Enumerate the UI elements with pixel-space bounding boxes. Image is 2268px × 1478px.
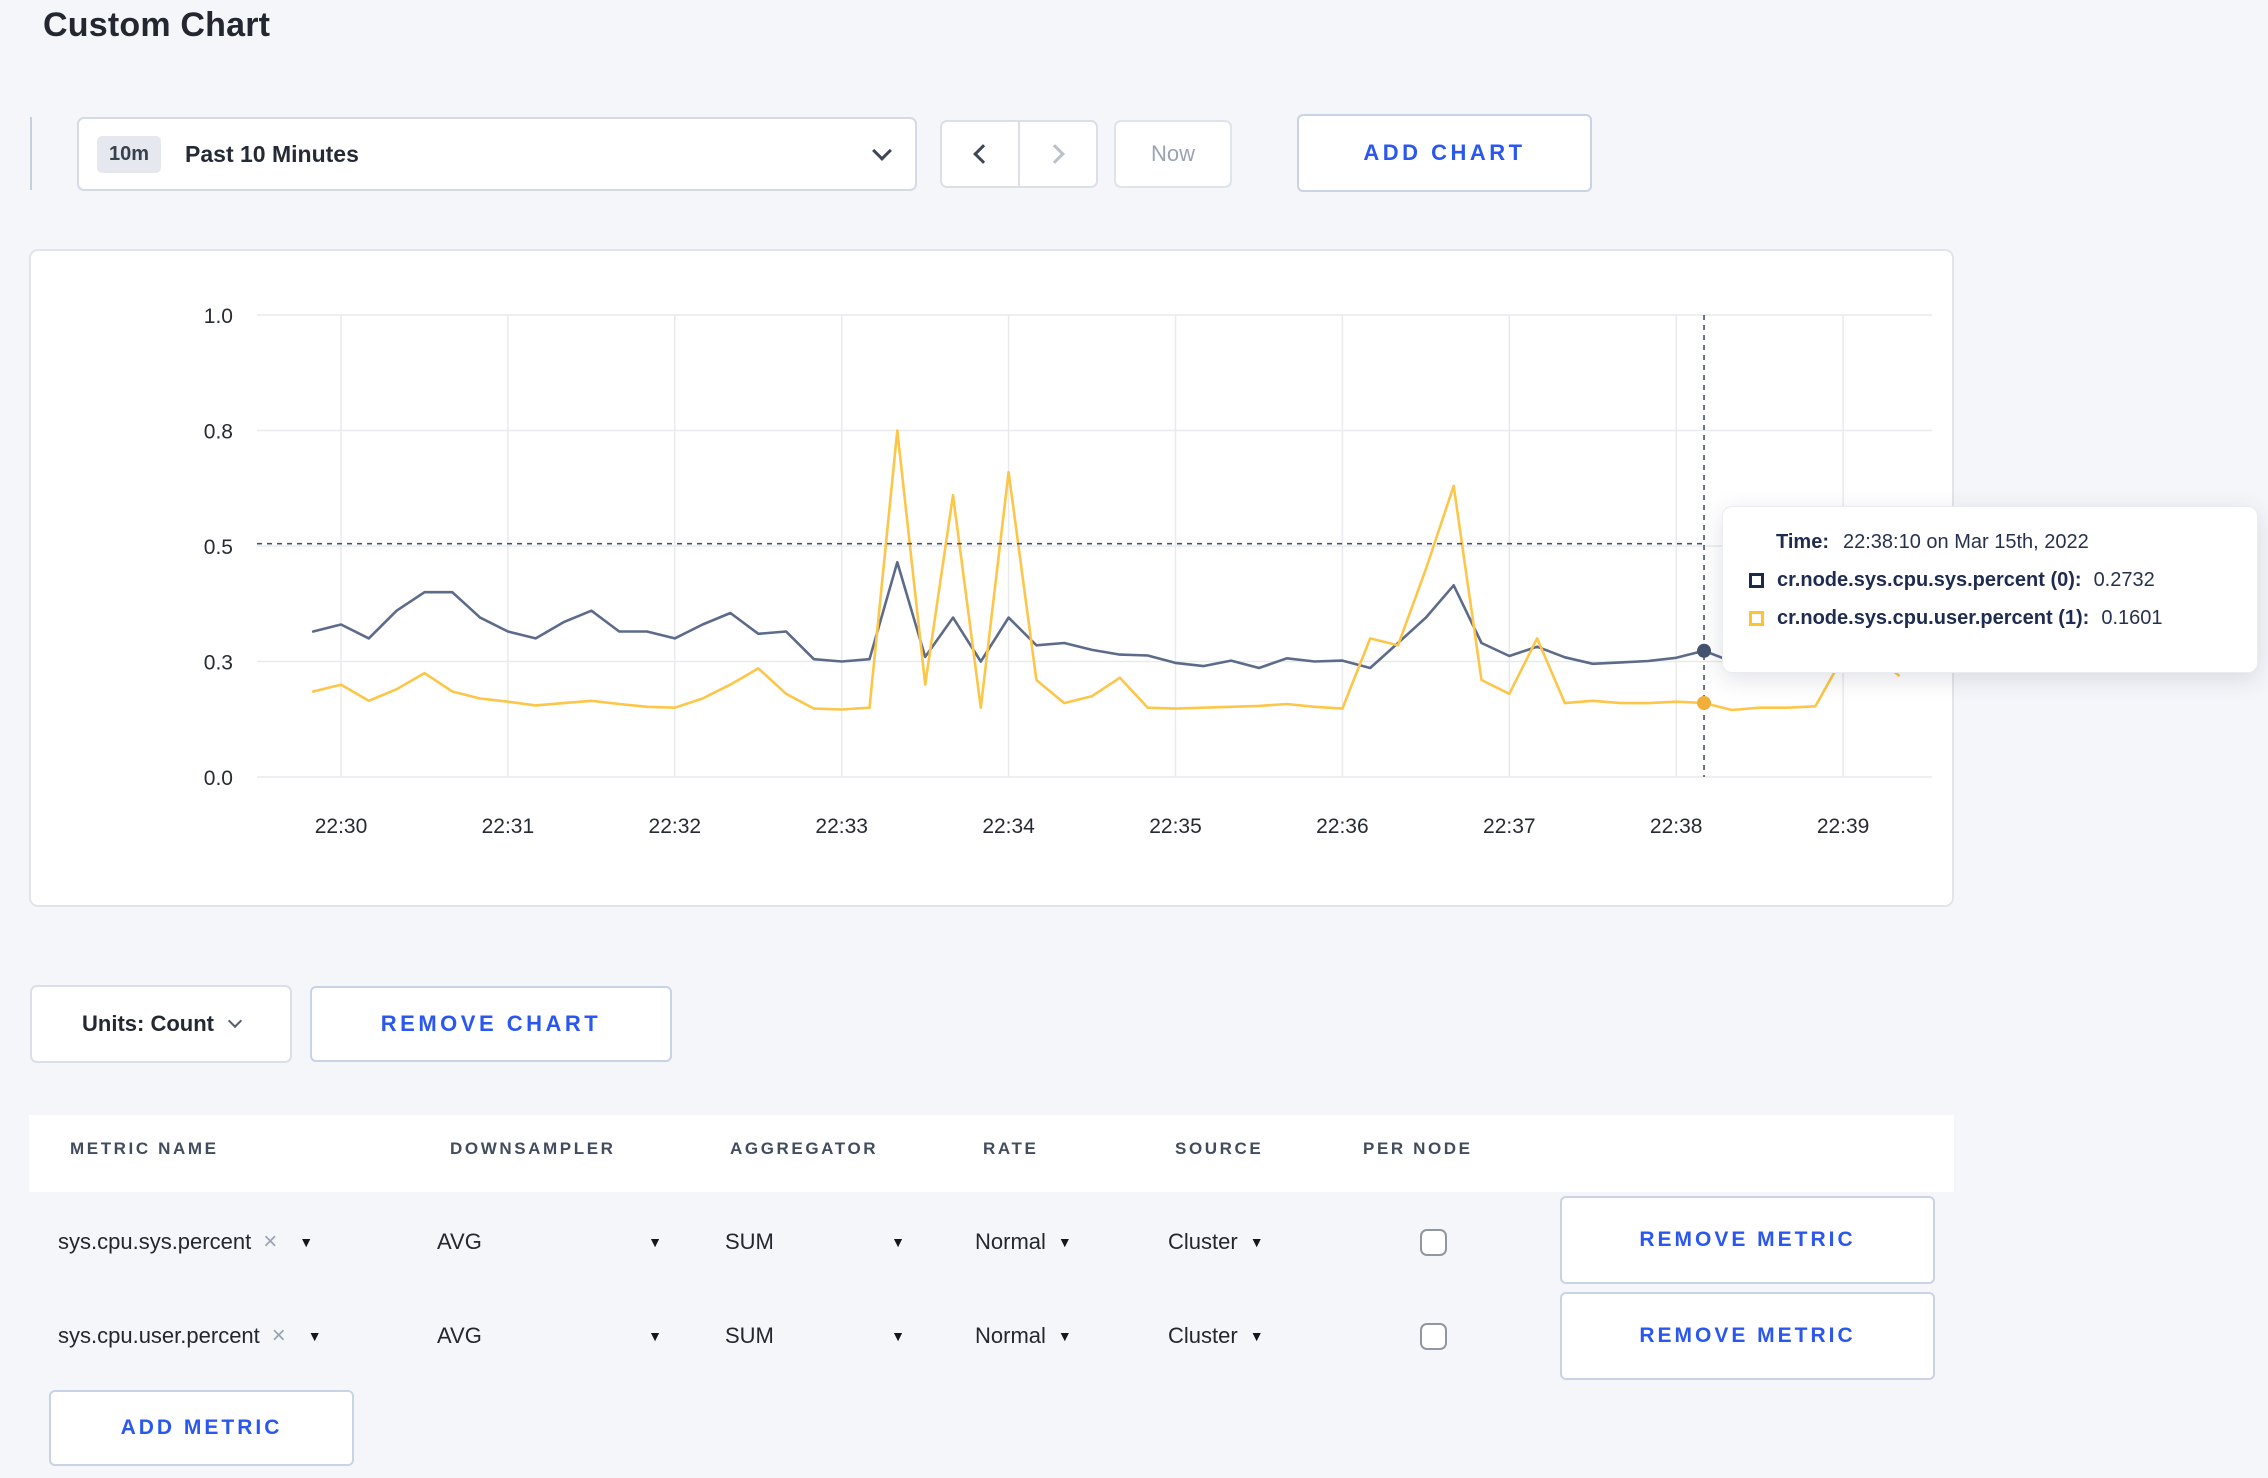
now-button[interactable]: Now	[1114, 120, 1232, 188]
svg-text:0.5: 0.5	[204, 536, 233, 559]
aggregator-select[interactable]: SUM ▼	[725, 1196, 905, 1288]
downsampler-value: AVG	[437, 1323, 482, 1348]
clear-metric-icon[interactable]: ×	[272, 1322, 286, 1350]
units-select[interactable]: Units: Count	[30, 985, 292, 1063]
tooltip-series-value: 0.1601	[2101, 607, 2163, 629]
svg-text:22:36: 22:36	[1316, 815, 1369, 838]
caret-down-icon: ▼	[891, 1328, 905, 1344]
svg-text:22:35: 22:35	[1149, 815, 1202, 838]
chevron-down-icon	[227, 1013, 243, 1029]
metric-name-value: sys.cpu.sys.percent	[58, 1229, 252, 1254]
downsampler-select[interactable]: AVG ▼	[437, 1290, 662, 1382]
caret-down-icon: ▼	[891, 1234, 905, 1250]
chart-panel: 0.0 0.3 0.5 0.8 1.0 22:30 22:31 22:32 22:33 22:34…	[29, 249, 1954, 907]
chart-plot[interactable]: 0.0 0.3 0.5 0.8 1.0 22:30 22:31 22:32 22:33 22:34…	[31, 251, 1952, 905]
svg-text:22:30: 22:30	[315, 815, 368, 838]
caret-down-icon: ▼	[648, 1234, 662, 1250]
col-header-rate: RATE	[983, 1139, 1039, 1158]
svg-text:1.0: 1.0	[204, 305, 233, 328]
add-metric-button[interactable]: ADD METRIC	[49, 1390, 354, 1466]
aggregator-value: SUM	[725, 1323, 774, 1348]
rate-select[interactable]: Normal ▼	[975, 1196, 1072, 1288]
per-node-checkbox[interactable]	[1420, 1228, 1447, 1256]
add-chart-button[interactable]: ADD CHART	[1297, 114, 1592, 192]
series-user-swatch-icon	[1749, 611, 1764, 626]
table-row: sys.cpu.user.percent × ▼ AVG ▼ SUM ▼ Nor…	[29, 1290, 1954, 1382]
time-window-badge: 10m	[97, 135, 162, 173]
svg-text:0.3: 0.3	[204, 652, 233, 675]
per-node-cell	[1420, 1290, 1447, 1382]
toolbar-divider	[30, 117, 32, 190]
chart-tooltip: Time: 22:38:10 on Mar 15th, 2022 cr.node…	[1722, 506, 2258, 673]
col-header-downsampler: DOWNSAMPLER	[450, 1139, 616, 1158]
svg-text:22:34: 22:34	[982, 815, 1035, 838]
caret-down-icon: ▼	[307, 1328, 322, 1344]
rate-select[interactable]: Normal ▼	[975, 1290, 1072, 1382]
remove-metric-button[interactable]: REMOVE METRIC	[1560, 1196, 1935, 1284]
remove-metric-button[interactable]: REMOVE METRIC	[1560, 1292, 1935, 1380]
time-pager	[940, 120, 1098, 188]
chevron-right-icon	[1045, 144, 1065, 164]
caret-down-icon: ▼	[1057, 1328, 1072, 1344]
table-row: sys.cpu.sys.percent × ▼ AVG ▼ SUM ▼ Norm…	[29, 1196, 1954, 1288]
aggregator-value: SUM	[725, 1229, 774, 1254]
svg-text:0.0: 0.0	[204, 767, 233, 790]
next-timewindow-button[interactable]	[1020, 122, 1096, 186]
tooltip-time-value: 22:38:10 on Mar 15th, 2022	[1842, 531, 2089, 553]
svg-text:22:39: 22:39	[1817, 815, 1870, 838]
time-window-label: Past 10 Minutes	[185, 140, 359, 167]
metric-name-value: sys.cpu.user.percent	[58, 1323, 260, 1348]
tooltip-series-value: 0.2732	[2093, 569, 2155, 591]
chevron-down-icon	[872, 141, 892, 161]
time-window-select[interactable]: 10m Past 10 Minutes	[77, 117, 917, 191]
prev-timewindow-button[interactable]	[942, 122, 1020, 186]
svg-text:22:31: 22:31	[482, 815, 535, 838]
units-label: Units: Count	[82, 1011, 214, 1036]
page-title: Custom Chart	[43, 6, 271, 44]
downsampler-select[interactable]: AVG ▼	[437, 1196, 662, 1288]
caret-down-icon: ▼	[648, 1328, 662, 1344]
tooltip-series-name: cr.node.sys.cpu.user.percent (1):	[1777, 607, 2090, 629]
remove-chart-button[interactable]: REMOVE CHART	[310, 986, 672, 1062]
series-sys-swatch-icon	[1749, 573, 1764, 588]
downsampler-value: AVG	[437, 1229, 482, 1254]
per-node-cell	[1420, 1196, 1447, 1288]
aggregator-select[interactable]: SUM ▼	[725, 1290, 905, 1382]
source-select[interactable]: Cluster ▼	[1168, 1196, 1264, 1288]
metric-name-select[interactable]: sys.cpu.user.percent × ▼	[58, 1290, 322, 1382]
col-header-source: SOURCE	[1175, 1139, 1264, 1158]
metrics-table-header: METRIC NAME DOWNSAMPLER AGGREGATOR RATE …	[29, 1115, 1954, 1192]
per-node-checkbox[interactable]	[1420, 1322, 1447, 1350]
metric-name-select[interactable]: sys.cpu.sys.percent × ▼	[58, 1196, 313, 1288]
col-header-per-node: PER NODE	[1363, 1139, 1473, 1158]
source-select[interactable]: Cluster ▼	[1168, 1290, 1264, 1382]
caret-down-icon: ▼	[1249, 1234, 1264, 1250]
caret-down-icon: ▼	[1249, 1328, 1264, 1344]
chevron-left-icon	[973, 144, 993, 164]
tooltip-time-label: Time:	[1776, 531, 1829, 553]
source-value: Cluster	[1168, 1323, 1238, 1348]
col-header-aggregator: AGGREGATOR	[730, 1139, 879, 1158]
caret-down-icon: ▼	[1057, 1234, 1072, 1250]
svg-text:22:37: 22:37	[1483, 815, 1536, 838]
source-value: Cluster	[1168, 1229, 1238, 1254]
tooltip-series-name: cr.node.sys.cpu.sys.percent (0):	[1777, 569, 2082, 591]
col-header-metric-name: METRIC NAME	[70, 1139, 219, 1158]
rate-value: Normal	[975, 1323, 1046, 1348]
svg-text:0.8: 0.8	[204, 421, 233, 444]
svg-text:22:38: 22:38	[1650, 815, 1703, 838]
svg-text:22:32: 22:32	[649, 815, 702, 838]
svg-text:22:33: 22:33	[815, 815, 868, 838]
clear-metric-icon[interactable]: ×	[263, 1228, 277, 1256]
caret-down-icon: ▼	[299, 1234, 314, 1250]
rate-value: Normal	[975, 1229, 1046, 1254]
